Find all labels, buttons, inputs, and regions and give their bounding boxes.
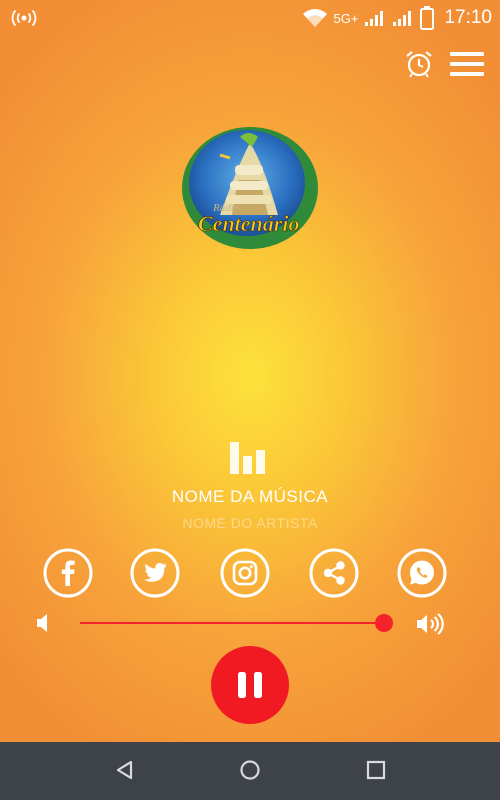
share-icon[interactable]	[309, 548, 359, 598]
home-icon[interactable]	[239, 759, 261, 781]
signal-icon	[365, 11, 384, 26]
volume-slider-thumb[interactable]	[375, 614, 393, 632]
artist-name: NOME DO ARTISTA	[182, 515, 318, 531]
system-navigation-bar	[0, 742, 500, 800]
back-icon[interactable]	[114, 759, 136, 781]
volume-slider-fill	[80, 622, 384, 624]
volume-control	[0, 604, 500, 644]
logo-text-main: Centenário	[198, 211, 299, 236]
alarm-clock-icon[interactable]	[404, 50, 434, 78]
facebook-icon[interactable]	[43, 548, 93, 598]
network-type-label: 5G+	[333, 10, 359, 26]
menu-icon[interactable]	[450, 51, 484, 77]
wifi-icon	[302, 9, 327, 27]
status-bar: 5G+ 17:10	[0, 0, 500, 40]
clock-time: 17:10	[444, 7, 492, 28]
social-share-row	[0, 548, 500, 598]
whatsapp-icon[interactable]	[397, 548, 447, 598]
battery-icon	[420, 6, 435, 30]
top-actions	[404, 50, 484, 78]
volume-low-icon[interactable]	[36, 613, 50, 633]
signal-icon	[393, 11, 412, 26]
volume-slider-track[interactable]	[80, 614, 393, 632]
broadcast-icon	[11, 9, 37, 27]
song-title: NOME DA MÚSICA	[171, 487, 329, 506]
recents-icon[interactable]	[365, 759, 387, 781]
instagram-icon[interactable]	[220, 548, 270, 598]
pause-icon	[238, 672, 262, 698]
station-logo: Rádio Centenário	[180, 125, 320, 250]
equalizer-icon	[230, 442, 265, 474]
volume-high-icon[interactable]	[416, 613, 448, 635]
play-pause-button[interactable]	[211, 646, 289, 724]
twitter-icon[interactable]	[130, 548, 180, 598]
